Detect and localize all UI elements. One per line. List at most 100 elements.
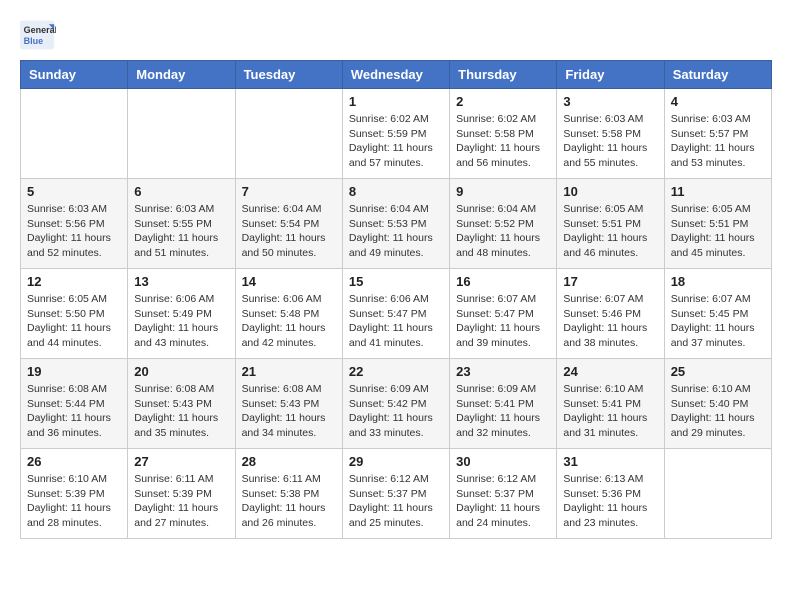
calendar-cell: 15 Sunrise: 6:06 AM Sunset: 5:47 PM Dayli…	[342, 269, 449, 359]
day-number: 9	[456, 184, 550, 199]
calendar-cell: 1 Sunrise: 6:02 AM Sunset: 5:59 PM Daylig…	[342, 89, 449, 179]
day-info: Sunrise: 6:02 AM Sunset: 5:58 PM Dayligh…	[456, 112, 550, 171]
svg-text:General: General	[24, 25, 56, 35]
day-info: Sunrise: 6:03 AM Sunset: 5:57 PM Dayligh…	[671, 112, 765, 171]
day-number: 11	[671, 184, 765, 199]
logo-icon: General Blue	[20, 20, 56, 50]
day-number: 21	[242, 364, 336, 379]
day-number: 4	[671, 94, 765, 109]
day-number: 3	[563, 94, 657, 109]
day-number: 6	[134, 184, 228, 199]
calendar-cell	[664, 449, 771, 539]
calendar-week-5: 26 Sunrise: 6:10 AM Sunset: 5:39 PM Dayli…	[21, 449, 772, 539]
day-info: Sunrise: 6:11 AM Sunset: 5:39 PM Dayligh…	[134, 472, 228, 531]
day-header-monday: Monday	[128, 61, 235, 89]
day-info: Sunrise: 6:04 AM Sunset: 5:52 PM Dayligh…	[456, 202, 550, 261]
day-info: Sunrise: 6:03 AM Sunset: 5:56 PM Dayligh…	[27, 202, 121, 261]
day-info: Sunrise: 6:07 AM Sunset: 5:46 PM Dayligh…	[563, 292, 657, 351]
calendar-cell	[21, 89, 128, 179]
day-info: Sunrise: 6:06 AM Sunset: 5:47 PM Dayligh…	[349, 292, 443, 351]
calendar-cell: 3 Sunrise: 6:03 AM Sunset: 5:58 PM Daylig…	[557, 89, 664, 179]
day-info: Sunrise: 6:09 AM Sunset: 5:42 PM Dayligh…	[349, 382, 443, 441]
calendar-cell: 9 Sunrise: 6:04 AM Sunset: 5:52 PM Daylig…	[450, 179, 557, 269]
calendar-cell: 28 Sunrise: 6:11 AM Sunset: 5:38 PM Dayli…	[235, 449, 342, 539]
day-number: 26	[27, 454, 121, 469]
day-info: Sunrise: 6:04 AM Sunset: 5:53 PM Dayligh…	[349, 202, 443, 261]
day-number: 22	[349, 364, 443, 379]
calendar-cell: 4 Sunrise: 6:03 AM Sunset: 5:57 PM Daylig…	[664, 89, 771, 179]
calendar-cell: 5 Sunrise: 6:03 AM Sunset: 5:56 PM Daylig…	[21, 179, 128, 269]
day-info: Sunrise: 6:05 AM Sunset: 5:50 PM Dayligh…	[27, 292, 121, 351]
day-info: Sunrise: 6:04 AM Sunset: 5:54 PM Dayligh…	[242, 202, 336, 261]
day-info: Sunrise: 6:03 AM Sunset: 5:58 PM Dayligh…	[563, 112, 657, 171]
calendar-cell	[128, 89, 235, 179]
day-info: Sunrise: 6:12 AM Sunset: 5:37 PM Dayligh…	[456, 472, 550, 531]
day-number: 19	[27, 364, 121, 379]
day-info: Sunrise: 6:10 AM Sunset: 5:39 PM Dayligh…	[27, 472, 121, 531]
day-number: 18	[671, 274, 765, 289]
calendar-cell: 16 Sunrise: 6:07 AM Sunset: 5:47 PM Dayli…	[450, 269, 557, 359]
calendar-week-2: 5 Sunrise: 6:03 AM Sunset: 5:56 PM Daylig…	[21, 179, 772, 269]
calendar-cell: 29 Sunrise: 6:12 AM Sunset: 5:37 PM Dayli…	[342, 449, 449, 539]
day-info: Sunrise: 6:12 AM Sunset: 5:37 PM Dayligh…	[349, 472, 443, 531]
day-info: Sunrise: 6:05 AM Sunset: 5:51 PM Dayligh…	[563, 202, 657, 261]
calendar-cell: 7 Sunrise: 6:04 AM Sunset: 5:54 PM Daylig…	[235, 179, 342, 269]
day-number: 15	[349, 274, 443, 289]
day-info: Sunrise: 6:08 AM Sunset: 5:43 PM Dayligh…	[134, 382, 228, 441]
day-header-tuesday: Tuesday	[235, 61, 342, 89]
day-header-thursday: Thursday	[450, 61, 557, 89]
calendar-cell: 11 Sunrise: 6:05 AM Sunset: 5:51 PM Dayli…	[664, 179, 771, 269]
day-info: Sunrise: 6:06 AM Sunset: 5:48 PM Dayligh…	[242, 292, 336, 351]
day-number: 17	[563, 274, 657, 289]
day-header-sunday: Sunday	[21, 61, 128, 89]
day-number: 24	[563, 364, 657, 379]
day-number: 13	[134, 274, 228, 289]
day-info: Sunrise: 6:05 AM Sunset: 5:51 PM Dayligh…	[671, 202, 765, 261]
day-number: 1	[349, 94, 443, 109]
day-number: 12	[27, 274, 121, 289]
calendar-cell: 26 Sunrise: 6:10 AM Sunset: 5:39 PM Dayli…	[21, 449, 128, 539]
day-header-friday: Friday	[557, 61, 664, 89]
calendar-cell: 10 Sunrise: 6:05 AM Sunset: 5:51 PM Dayli…	[557, 179, 664, 269]
calendar-cell: 22 Sunrise: 6:09 AM Sunset: 5:42 PM Dayli…	[342, 359, 449, 449]
day-number: 16	[456, 274, 550, 289]
day-info: Sunrise: 6:11 AM Sunset: 5:38 PM Dayligh…	[242, 472, 336, 531]
day-number: 27	[134, 454, 228, 469]
day-info: Sunrise: 6:07 AM Sunset: 5:47 PM Dayligh…	[456, 292, 550, 351]
day-number: 2	[456, 94, 550, 109]
calendar-cell: 25Sunrise: 6:10 AM Sunset: 5:40 PM Dayli…	[664, 359, 771, 449]
day-number: 8	[349, 184, 443, 199]
calendar-cell: 13Sunrise: 6:06 AM Sunset: 5:49 PM Dayli…	[128, 269, 235, 359]
calendar-table: SundayMondayTuesdayWednesdayThursdayFrid…	[20, 60, 772, 539]
day-number: 7	[242, 184, 336, 199]
calendar-cell	[235, 89, 342, 179]
day-number: 28	[242, 454, 336, 469]
calendar-cell: 17 Sunrise: 6:07 AM Sunset: 5:46 PM Dayli…	[557, 269, 664, 359]
day-number: 20	[134, 364, 228, 379]
calendar-cell: 30 Sunrise: 6:12 AM Sunset: 5:37 PM Dayli…	[450, 449, 557, 539]
calendar-cell: 12 Sunrise: 6:05 AM Sunset: 5:50 PM Dayli…	[21, 269, 128, 359]
calendar-cell: 31Sunrise: 6:13 AM Sunset: 5:36 PM Dayli…	[557, 449, 664, 539]
calendar-cell: 24 Sunrise: 6:10 AM Sunset: 5:41 PM Dayli…	[557, 359, 664, 449]
day-info: Sunrise: 6:09 AM Sunset: 5:41 PM Dayligh…	[456, 382, 550, 441]
days-header-row: SundayMondayTuesdayWednesdayThursdayFrid…	[21, 61, 772, 89]
logo: General Blue	[20, 20, 56, 50]
calendar-cell: 19Sunrise: 6:08 AM Sunset: 5:44 PM Dayli…	[21, 359, 128, 449]
calendar-cell: 8 Sunrise: 6:04 AM Sunset: 5:53 PM Daylig…	[342, 179, 449, 269]
day-number: 31	[563, 454, 657, 469]
day-number: 10	[563, 184, 657, 199]
day-info: Sunrise: 6:02 AM Sunset: 5:59 PM Dayligh…	[349, 112, 443, 171]
day-number: 29	[349, 454, 443, 469]
day-number: 5	[27, 184, 121, 199]
day-number: 23	[456, 364, 550, 379]
calendar-cell: 27 Sunrise: 6:11 AM Sunset: 5:39 PM Dayli…	[128, 449, 235, 539]
calendar-week-1: 1 Sunrise: 6:02 AM Sunset: 5:59 PM Daylig…	[21, 89, 772, 179]
day-number: 30	[456, 454, 550, 469]
calendar-cell: 6Sunrise: 6:03 AM Sunset: 5:55 PM Daylig…	[128, 179, 235, 269]
calendar-week-3: 12 Sunrise: 6:05 AM Sunset: 5:50 PM Dayli…	[21, 269, 772, 359]
day-number: 14	[242, 274, 336, 289]
calendar-cell: 20 Sunrise: 6:08 AM Sunset: 5:43 PM Dayli…	[128, 359, 235, 449]
day-info: Sunrise: 6:10 AM Sunset: 5:41 PM Dayligh…	[563, 382, 657, 441]
day-header-saturday: Saturday	[664, 61, 771, 89]
calendar-cell: 2 Sunrise: 6:02 AM Sunset: 5:58 PM Daylig…	[450, 89, 557, 179]
